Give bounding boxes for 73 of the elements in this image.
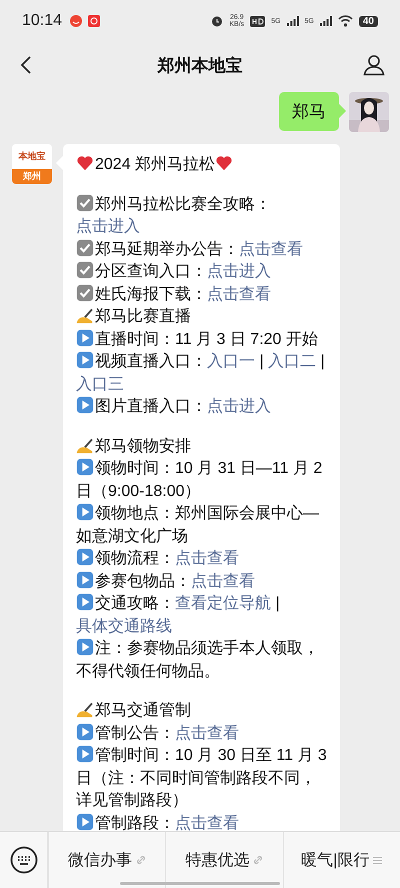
app-notification-icon bbox=[88, 15, 100, 27]
play-icon bbox=[76, 328, 94, 346]
link[interactable]: 点击进入 bbox=[76, 218, 140, 235]
status-time: 10:14 bbox=[22, 12, 62, 30]
link[interactable]: 点击查看 bbox=[239, 240, 303, 258]
heart-icon bbox=[76, 154, 94, 172]
link[interactable]: 入口一 bbox=[207, 353, 255, 370]
link[interactable]: 点击进入 bbox=[207, 263, 271, 280]
message-line: 管制公告：点击查看 bbox=[76, 722, 328, 745]
chat-title: 郑州本地宝 bbox=[156, 54, 244, 76]
play-icon bbox=[76, 722, 94, 740]
link[interactable]: 点击进入 bbox=[207, 398, 271, 415]
play-icon bbox=[76, 503, 94, 521]
wifi-icon bbox=[338, 15, 353, 27]
battery-level: 40 bbox=[358, 16, 378, 26]
menu-item[interactable]: 暖气|限行 bbox=[282, 832, 400, 888]
message-line: 领物地点：郑州国际会展中心—如意湖文化广场 bbox=[76, 503, 320, 546]
checkbox-icon bbox=[76, 194, 94, 212]
play-icon bbox=[76, 570, 94, 588]
play-icon bbox=[76, 396, 94, 414]
play-icon bbox=[76, 638, 94, 656]
play-icon bbox=[76, 548, 94, 566]
message-line: 郑马延期举办公告：点击查看 bbox=[76, 238, 328, 261]
link-icon bbox=[253, 855, 264, 865]
checkbox-icon bbox=[76, 284, 94, 302]
message-line: 交通攻略：查看定位导航 | 具体交通路线 bbox=[76, 593, 281, 636]
message-line: 参赛包物品：点击查看 bbox=[76, 570, 328, 593]
message-line: 管制路段：点击查看 bbox=[76, 812, 328, 831]
menu-icon bbox=[373, 856, 382, 864]
signal-icon bbox=[320, 16, 332, 26]
checkbox-icon bbox=[76, 238, 94, 256]
writing-hand-icon bbox=[76, 436, 94, 454]
message-line: 郑州马拉松比赛全攻略： 点击进入 bbox=[76, 194, 272, 237]
hd-icon bbox=[250, 16, 266, 26]
person-icon bbox=[363, 54, 385, 76]
message-line: 郑马比赛直播 bbox=[76, 306, 328, 328]
logo-city: 郑州 bbox=[12, 169, 52, 184]
play-icon bbox=[76, 593, 94, 611]
link[interactable]: 点击查看 bbox=[175, 814, 239, 831]
message-line: 分区查询入口：点击进入 bbox=[76, 261, 328, 284]
keyboard-icon bbox=[10, 846, 38, 874]
message-line: 姓氏海报下载：点击查看 bbox=[76, 284, 328, 306]
alarm-icon bbox=[211, 15, 224, 27]
message-line: 图片直播入口：点击进入 bbox=[76, 396, 328, 418]
message-line: 领物时间：10 月 31 日—11 月 2 日（9:00-18:00） bbox=[76, 458, 324, 502]
message-line: 管制时间：10 月 30 日至 11 月 3 日（注：不同时间管制路段不同，详见管制路段） bbox=[76, 745, 328, 811]
link[interactable]: 具体交通路线 bbox=[76, 618, 172, 634]
logo-text: 本地宝 bbox=[18, 150, 46, 163]
link[interactable]: 查看定位导航 bbox=[175, 595, 271, 612]
link[interactable]: 点击查看 bbox=[175, 550, 239, 567]
message-line: 注：参赛物品须选手本人领取，不得代领任何物品。 bbox=[76, 638, 320, 682]
link[interactable]: 点击查看 bbox=[175, 724, 239, 742]
play-icon bbox=[76, 745, 94, 763]
message-line: 郑马领物安排 bbox=[76, 436, 328, 458]
link-icon bbox=[136, 855, 146, 865]
play-icon bbox=[76, 351, 94, 369]
play-icon bbox=[76, 458, 94, 476]
checkbox-icon bbox=[76, 261, 94, 279]
smiley-icon bbox=[70, 15, 82, 27]
message-line: 直播时间：11 月 3 日 7:20 开始 bbox=[76, 328, 328, 351]
link[interactable]: 点击查看 bbox=[207, 286, 271, 302]
link[interactable]: 入口三 bbox=[76, 376, 124, 392]
writing-hand-icon bbox=[76, 700, 94, 718]
heart-icon bbox=[215, 154, 234, 172]
message-title: 2024 郑州马拉松 bbox=[76, 154, 328, 176]
link[interactable]: 点击查看 bbox=[191, 572, 255, 590]
back-icon bbox=[20, 55, 32, 75]
link[interactable]: 入口二 bbox=[268, 353, 316, 370]
writing-hand-icon bbox=[76, 306, 94, 324]
message-line: 视频直播入口：入口一 | 入口二 | 入口三 bbox=[76, 351, 326, 394]
signal-icon bbox=[286, 16, 299, 26]
message-line: 领物流程：点击查看 bbox=[76, 548, 328, 570]
message-line: 郑马交通管制 bbox=[76, 700, 328, 722]
